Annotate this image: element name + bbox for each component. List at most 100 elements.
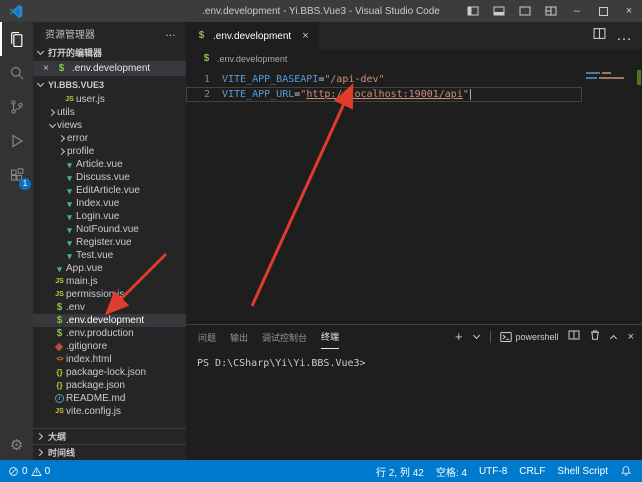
problems-status[interactable]: 0 0 xyxy=(8,466,50,477)
customize-layout-icon[interactable] xyxy=(538,0,564,22)
tree-item-.env[interactable]: $.env xyxy=(33,301,186,314)
tab-close-icon[interactable]: × xyxy=(302,30,308,42)
cursor-position[interactable]: 行 2, 列 42 xyxy=(376,464,424,479)
settings-gear-icon[interactable]: ⚙ xyxy=(0,430,33,460)
vue-file-icon: ▾ xyxy=(63,199,76,209)
tree-item-label: views xyxy=(57,120,82,131)
minimap[interactable] xyxy=(586,72,632,82)
tree-item-profile[interactable]: profile xyxy=(33,145,186,158)
errors-icon xyxy=(8,466,19,477)
toggle-panel-icon[interactable] xyxy=(486,0,512,22)
chevron-right-icon xyxy=(36,432,45,441)
toggle-sidebar-icon[interactable] xyxy=(460,0,486,22)
bottom-panel: 问题输出调试控制台终端 + powershell xyxy=(186,324,642,460)
views-more-actions-icon[interactable]: … xyxy=(165,27,176,39)
split-editor-icon[interactable] xyxy=(593,27,606,45)
tree-item-utils[interactable]: utils xyxy=(33,106,186,119)
panel-tab-1[interactable]: 问题 xyxy=(198,325,216,349)
vue-file-icon: ▾ xyxy=(63,186,76,196)
tree-item-error[interactable]: error xyxy=(33,132,186,145)
panel-tab-3[interactable]: 调试控制台 xyxy=(262,325,307,349)
outline-section-header[interactable]: 大纲 xyxy=(33,428,186,444)
tree-item-App.vue[interactable]: ▾App.vue xyxy=(33,262,186,275)
code-line-1[interactable]: 1VITE_APP_BASEAPI="/api-dev" xyxy=(186,72,582,87)
close-editor-icon[interactable]: × xyxy=(41,63,51,74)
close-button[interactable]: × xyxy=(616,0,642,22)
tree-item-label: package-lock.json xyxy=(66,367,146,378)
terminal-dropdown-icon[interactable] xyxy=(472,333,481,342)
status-bar: 0 0 行 2, 列 42 空格: 4 UTF-8 CRLF Shell Scr… xyxy=(0,460,642,482)
terminal-output[interactable]: PS D:\CSharp\Yi\Yi.BBS.Vue3> xyxy=(186,349,642,460)
panel-tab-4[interactable]: 终端 xyxy=(321,325,339,349)
code-line-2[interactable]: 2VITE_APP_URL="http://localhost:19001/ap… xyxy=(186,87,582,102)
kill-terminal-icon[interactable] xyxy=(589,328,601,346)
tree-item-NotFound.vue[interactable]: ▾NotFound.vue xyxy=(33,223,186,236)
breadcrumb[interactable]: $ .env.development xyxy=(186,50,642,68)
timeline-section-header[interactable]: 时间线 xyxy=(33,444,186,460)
split-terminal-icon[interactable] xyxy=(568,328,580,346)
tree-item-.env.development[interactable]: $.env.development xyxy=(33,314,186,327)
tree-item-index.html[interactable]: <>index.html xyxy=(33,353,186,366)
tree-item-label: utils xyxy=(57,107,75,118)
explorer-icon[interactable] xyxy=(0,22,33,56)
tree-item-main.js[interactable]: JSmain.js xyxy=(33,275,186,288)
minimize-button[interactable]: – xyxy=(564,0,590,22)
eol-sequence[interactable]: CRLF xyxy=(519,466,545,477)
tree-item-Test.vue[interactable]: ▾Test.vue xyxy=(33,249,186,262)
chevron-down-icon xyxy=(36,80,45,89)
tree-item-Login.vue[interactable]: ▾Login.vue xyxy=(33,210,186,223)
extensions-badge: 1 xyxy=(19,178,31,190)
tree-item-EditArticle.vue[interactable]: ▾EditArticle.vue xyxy=(33,184,186,197)
panel-tab-2[interactable]: 输出 xyxy=(230,325,248,349)
tree-item-label: App.vue xyxy=(66,263,103,274)
tree-item-label: Discuss.vue xyxy=(76,172,130,183)
tree-item-.env.production[interactable]: $.env.production xyxy=(33,327,186,340)
sidebar-title: 资源管理器 … xyxy=(33,22,186,44)
tree-item-permission.js[interactable]: JSpermission.js xyxy=(33,288,186,301)
open-editor-filename: .env.development xyxy=(72,63,150,74)
tree-item-label: .env.development xyxy=(66,315,144,326)
shell-picker[interactable]: powershell xyxy=(500,331,559,343)
close-panel-icon[interactable]: × xyxy=(628,331,634,343)
encoding[interactable]: UTF-8 xyxy=(479,466,507,477)
tree-item-views[interactable]: views xyxy=(33,119,186,132)
indentation[interactable]: 空格: 4 xyxy=(436,464,467,479)
language-mode[interactable]: Shell Script xyxy=(557,466,608,477)
tree-item-Article.vue[interactable]: ▾Article.vue xyxy=(33,158,186,171)
toggle-secondary-sidebar-icon[interactable] xyxy=(512,0,538,22)
tree-item-README.md[interactable]: iREADME.md xyxy=(33,392,186,405)
project-root-header[interactable]: YI.BBS.VUE3 xyxy=(33,76,186,93)
activity-bar: 1 ⚙ xyxy=(0,22,33,460)
tree-item-vite.config.js[interactable]: JSvite.config.js xyxy=(33,405,186,418)
notifications-bell-icon[interactable] xyxy=(620,465,632,477)
tree-item-Discuss.vue[interactable]: ▾Discuss.vue xyxy=(33,171,186,184)
sidebar-title-text: 资源管理器 xyxy=(45,26,95,41)
search-icon[interactable] xyxy=(0,56,33,90)
tree-item-package.json[interactable]: {}package.json xyxy=(33,379,186,392)
maximize-panel-icon[interactable] xyxy=(610,333,619,342)
tab-label: .env.development xyxy=(213,31,291,42)
tree-item-label: EditArticle.vue xyxy=(76,185,140,196)
warning-count: 0 xyxy=(45,466,51,477)
tree-item-Index.vue[interactable]: ▾Index.vue xyxy=(33,197,186,210)
git-file-icon xyxy=(55,342,63,350)
vue-file-icon: ▾ xyxy=(63,173,76,183)
url-link[interactable]: http://localhost:19001/api xyxy=(306,87,463,102)
code-editor[interactable]: 1VITE_APP_BASEAPI="/api-dev"2VITE_APP_UR… xyxy=(186,68,642,324)
open-editor-item[interactable]: × $ .env.development xyxy=(33,61,186,76)
tab-env-development[interactable]: $ .env.development × xyxy=(186,22,318,50)
tree-item-package-lock.json[interactable]: {}package-lock.json xyxy=(33,366,186,379)
tree-item-.gitignore[interactable]: .gitignore xyxy=(33,340,186,353)
tree-item-Register.vue[interactable]: ▾Register.vue xyxy=(33,236,186,249)
source-control-icon[interactable] xyxy=(0,90,33,124)
run-debug-icon[interactable] xyxy=(0,124,33,158)
maximize-button[interactable] xyxy=(590,0,616,22)
js-file-icon: JS xyxy=(63,95,76,105)
new-terminal-icon[interactable]: + xyxy=(455,331,463,343)
editor-area: $ .env.development × … $ .env.developmen… xyxy=(186,22,642,460)
editor-more-actions-icon[interactable]: … xyxy=(616,27,632,45)
js-file-icon: JS xyxy=(53,407,66,417)
tree-item-user.js[interactable]: JSuser.js xyxy=(33,93,186,106)
extensions-icon[interactable]: 1 xyxy=(0,158,33,192)
open-editors-header[interactable]: 打开的编辑器 xyxy=(33,44,186,61)
